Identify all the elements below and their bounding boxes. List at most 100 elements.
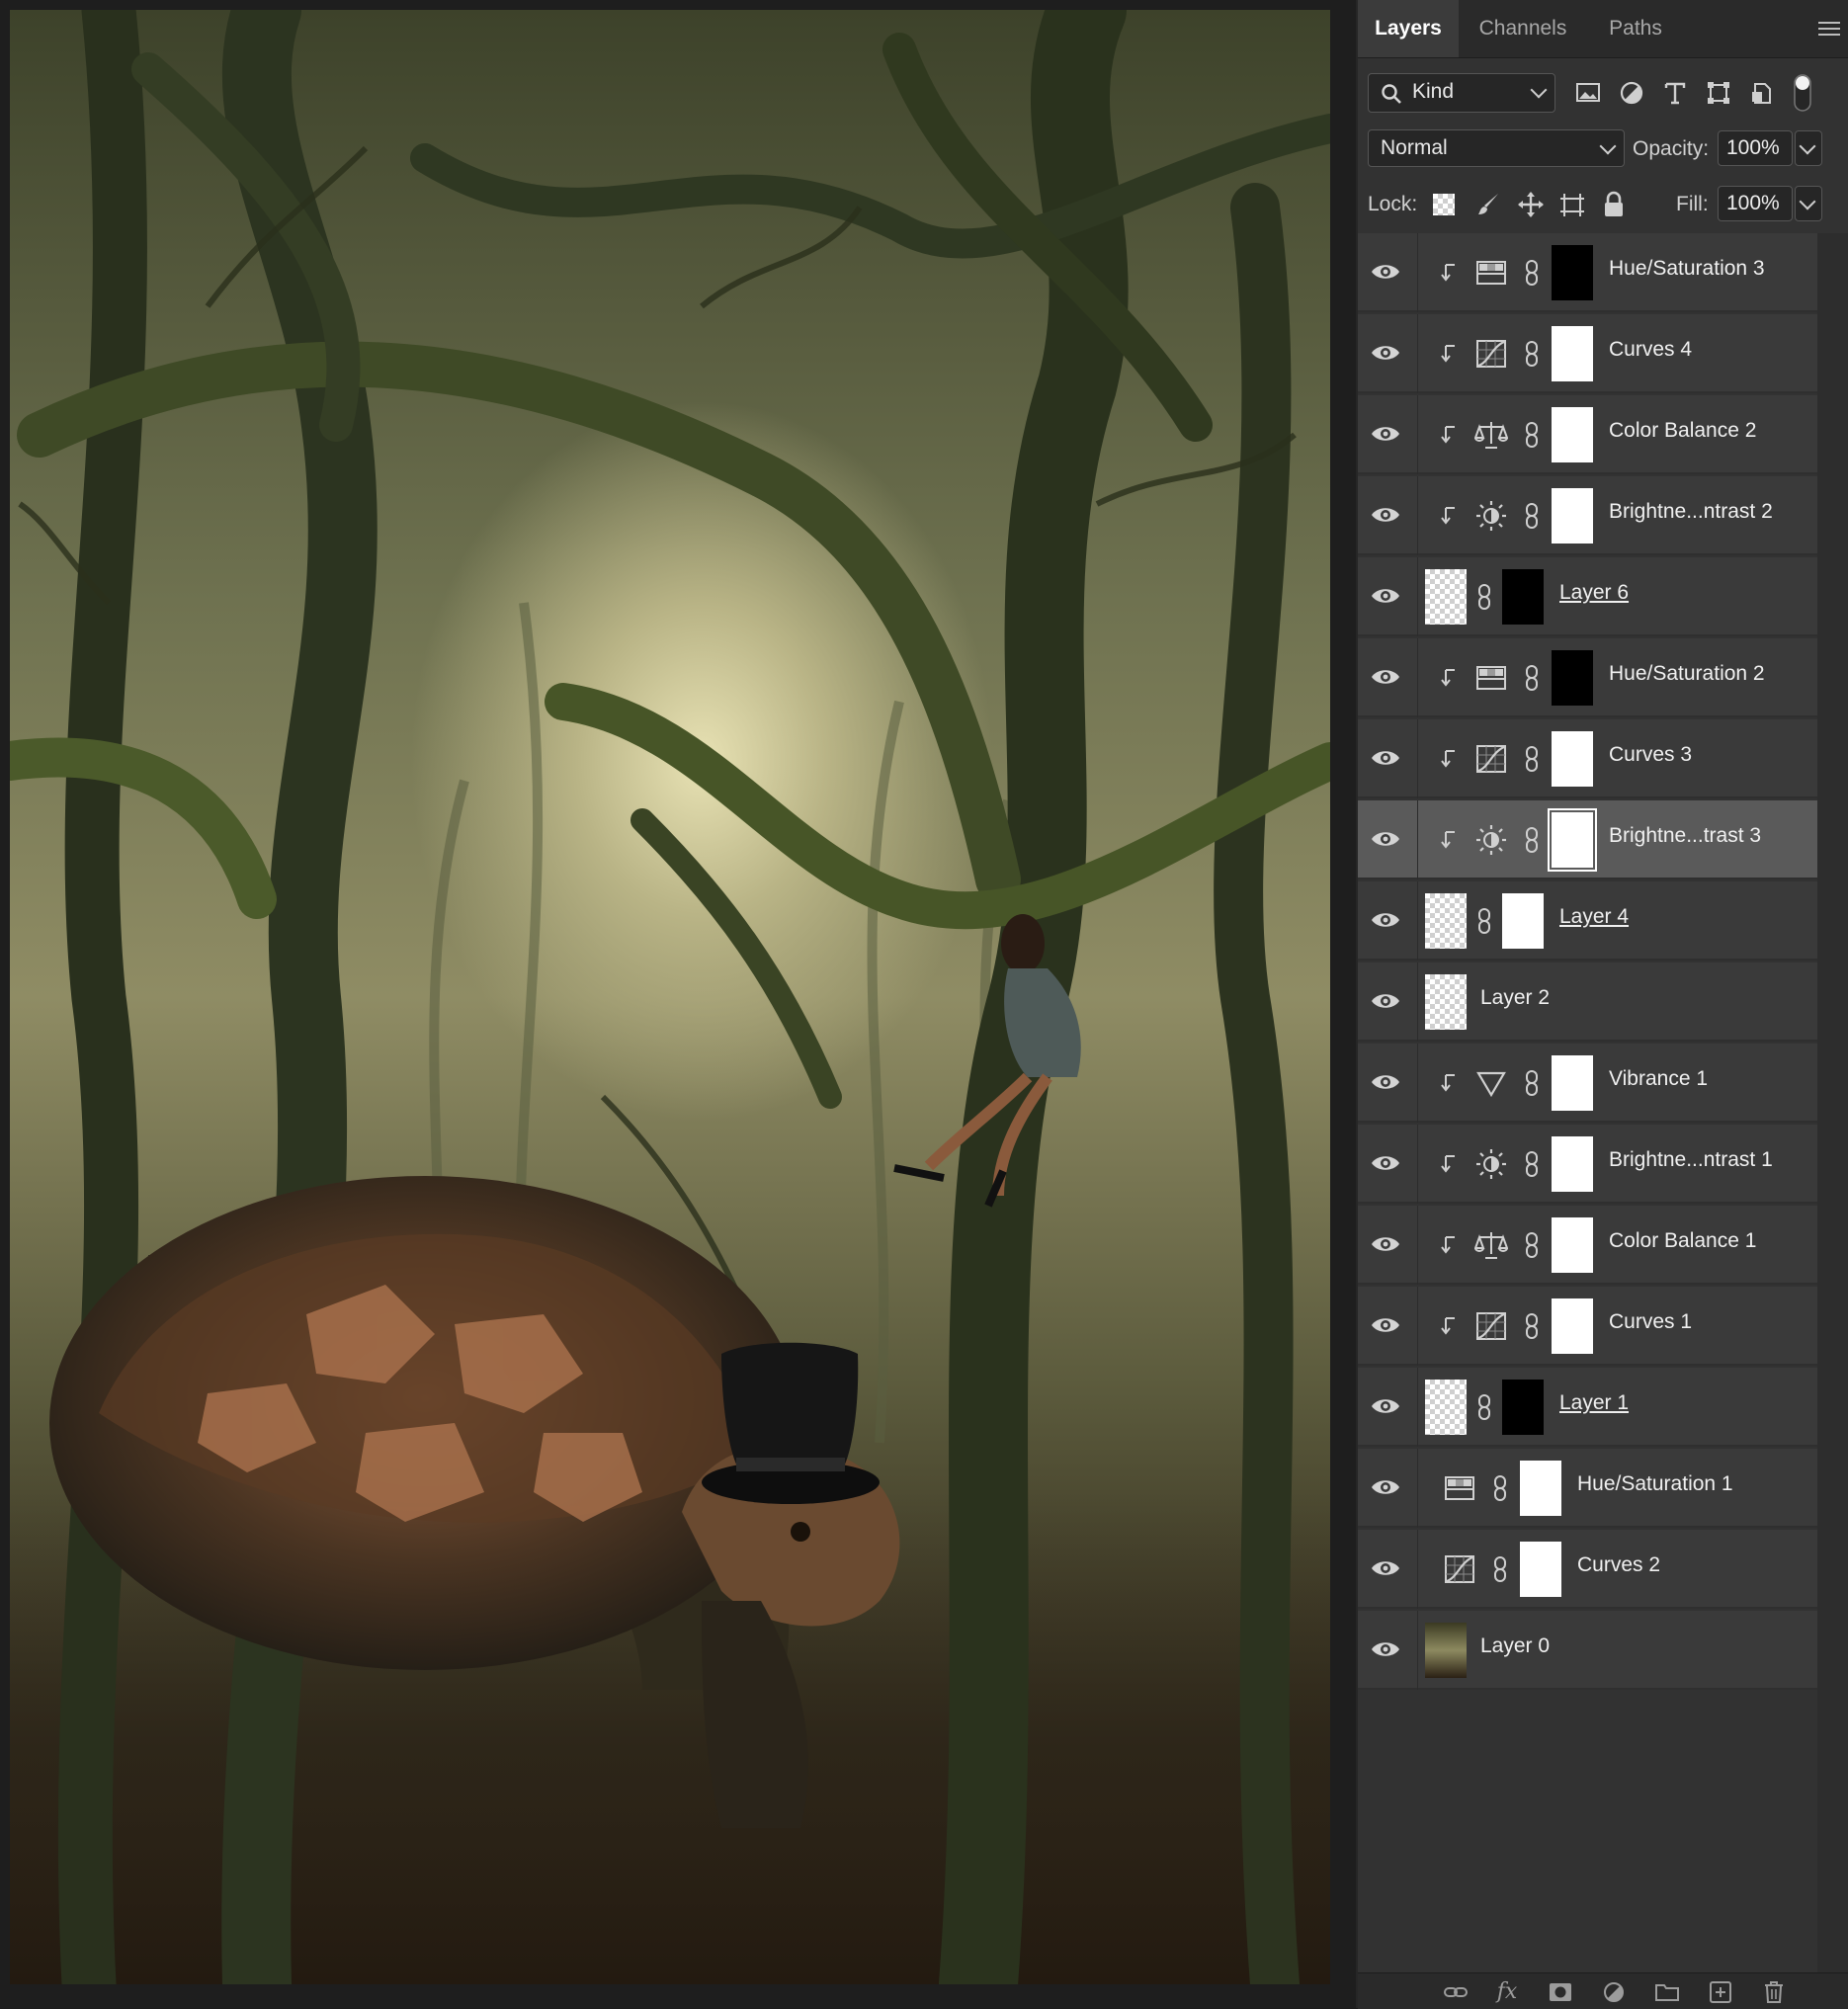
layer-row[interactable]: Layer 2 [1358,963,1817,1042]
visibility-eye-icon[interactable] [1370,339,1401,367]
layer-name[interactable]: Curves 2 [1577,1553,1660,1577]
curves-icon[interactable] [1443,1552,1476,1586]
layer-name[interactable]: Curves 1 [1609,1310,1692,1334]
layer-row[interactable]: Curves 2 [1358,1530,1817,1609]
layer-thumbnail[interactable] [1425,974,1467,1030]
type-filter-icon[interactable] [1660,78,1690,108]
visibility-eye-icon[interactable] [1370,1149,1401,1177]
visibility-eye-icon[interactable] [1370,1392,1401,1420]
mask-link-icon[interactable] [1524,1150,1540,1178]
layer-name[interactable]: Layer 4 [1559,905,1629,929]
layer-thumbnail[interactable] [1425,569,1467,625]
mask-link-icon[interactable] [1476,583,1492,611]
mask-link-icon[interactable] [1524,1312,1540,1340]
mask-link-icon[interactable] [1524,1231,1540,1259]
tab-layers[interactable]: Layers [1358,0,1459,57]
layer-mask-thumbnail[interactable] [1548,808,1597,872]
curves-icon[interactable] [1474,1309,1508,1343]
mask-link-icon[interactable] [1476,1393,1492,1421]
mask-link-icon[interactable] [1524,259,1540,287]
layer-row[interactable]: Layer 1 [1358,1368,1817,1447]
layer-row[interactable]: Brightne...ntrast 2 [1358,476,1817,555]
tab-paths[interactable]: Paths [1587,0,1684,57]
visibility-eye-icon[interactable] [1370,744,1401,772]
layer-row[interactable]: Layer 0 [1358,1611,1817,1690]
mask-link-icon[interactable] [1524,1069,1540,1097]
layer-name[interactable]: Layer 1 [1559,1391,1629,1415]
layer-mask-thumbnail[interactable] [1552,1298,1593,1354]
tab-channels[interactable]: Channels [1459,0,1587,57]
visibility-eye-icon[interactable] [1370,582,1401,610]
layer-name[interactable]: Color Balance 1 [1609,1229,1756,1253]
fill-dropdown-button[interactable] [1795,186,1822,221]
layer-row[interactable]: Hue/Saturation 3 [1358,233,1817,312]
layer-thumbnail[interactable] [1425,893,1467,949]
layer-mask-thumbnail[interactable] [1502,893,1544,949]
filter-kind-dropdown[interactable]: Kind [1368,73,1555,113]
mask-link-icon[interactable] [1524,340,1540,368]
layer-row[interactable]: Brightne...trast 3 [1358,800,1817,879]
layer-row[interactable]: Color Balance 1 [1358,1206,1817,1285]
curves-icon[interactable] [1474,742,1508,776]
layer-row[interactable]: Color Balance 2 [1358,395,1817,474]
visibility-eye-icon[interactable] [1370,420,1401,448]
layer-row[interactable]: Brightne...ntrast 1 [1358,1125,1817,1204]
layers-scroll-gutter[interactable] [1817,233,1848,1972]
layer-mask-thumbnail[interactable] [1552,407,1593,462]
visibility-eye-icon[interactable] [1370,1473,1401,1501]
fx-icon[interactable]: fx [1494,1980,1520,2004]
visibility-eye-icon[interactable] [1370,258,1401,286]
layer-name[interactable]: Layer 6 [1559,581,1629,605]
layer-name[interactable]: Curves 3 [1609,743,1692,767]
lock-transparent-icon[interactable] [1433,194,1455,215]
layer-row[interactable]: Layer 6 [1358,557,1817,636]
visibility-eye-icon[interactable] [1370,987,1401,1015]
layer-mask-thumbnail[interactable] [1552,731,1593,787]
layer-name[interactable]: Layer 0 [1480,1634,1550,1658]
layer-mask-thumbnail[interactable] [1520,1461,1561,1516]
mask-link-icon[interactable] [1492,1555,1508,1583]
mask-link-icon[interactable] [1524,826,1540,854]
new-group-icon[interactable] [1654,1980,1680,2004]
hue-saturation-icon[interactable] [1474,256,1508,290]
curves-icon[interactable] [1474,337,1508,371]
shape-filter-icon[interactable] [1704,78,1733,108]
layer-row[interactable]: Curves 4 [1358,314,1817,393]
visibility-eye-icon[interactable] [1370,663,1401,691]
link-layers-icon[interactable] [1443,1980,1469,2004]
mask-link-icon[interactable] [1524,421,1540,449]
visibility-eye-icon[interactable] [1370,1554,1401,1582]
layer-row[interactable]: Curves 1 [1358,1287,1817,1366]
smart-object-filter-icon[interactable] [1747,78,1777,108]
layer-row[interactable]: Curves 3 [1358,719,1817,798]
vibrance-icon[interactable] [1474,1066,1508,1100]
layer-thumbnail[interactable] [1425,1623,1467,1678]
layer-row[interactable]: Vibrance 1 [1358,1044,1817,1123]
lock-paint-icon[interactable] [1474,190,1504,219]
layer-mask-thumbnail[interactable] [1552,326,1593,381]
layer-name[interactable]: Curves 4 [1609,338,1692,362]
layer-name[interactable]: Hue/Saturation 1 [1577,1472,1733,1496]
layer-name[interactable]: Brightne...ntrast 1 [1609,1148,1773,1172]
brightness-contrast-icon[interactable] [1474,823,1508,857]
blend-mode-dropdown[interactable]: Normal [1368,129,1625,167]
layer-row[interactable]: Layer 4 [1358,881,1817,961]
layer-mask-thumbnail[interactable] [1552,1136,1593,1192]
color-balance-icon[interactable] [1473,1228,1509,1262]
visibility-eye-icon[interactable] [1370,1068,1401,1096]
layer-mask-thumbnail[interactable] [1502,1380,1544,1435]
layer-name[interactable]: Hue/Saturation 2 [1609,662,1765,686]
visibility-eye-icon[interactable] [1370,1311,1401,1339]
layer-name[interactable]: Color Balance 2 [1609,419,1756,443]
layer-row[interactable]: Hue/Saturation 1 [1358,1449,1817,1528]
layer-name[interactable]: Brightne...trast 3 [1609,824,1761,848]
hue-saturation-icon[interactable] [1474,661,1508,695]
layer-mask-thumbnail[interactable] [1552,1217,1593,1273]
artwork-image[interactable] [10,10,1330,1984]
visibility-eye-icon[interactable] [1370,1230,1401,1258]
mask-link-icon[interactable] [1524,745,1540,773]
new-adjustment-icon[interactable] [1601,1980,1627,2004]
lock-position-icon[interactable] [1516,190,1546,219]
layer-name[interactable]: Vibrance 1 [1609,1067,1708,1091]
fill-field[interactable]: 100% [1718,186,1793,221]
